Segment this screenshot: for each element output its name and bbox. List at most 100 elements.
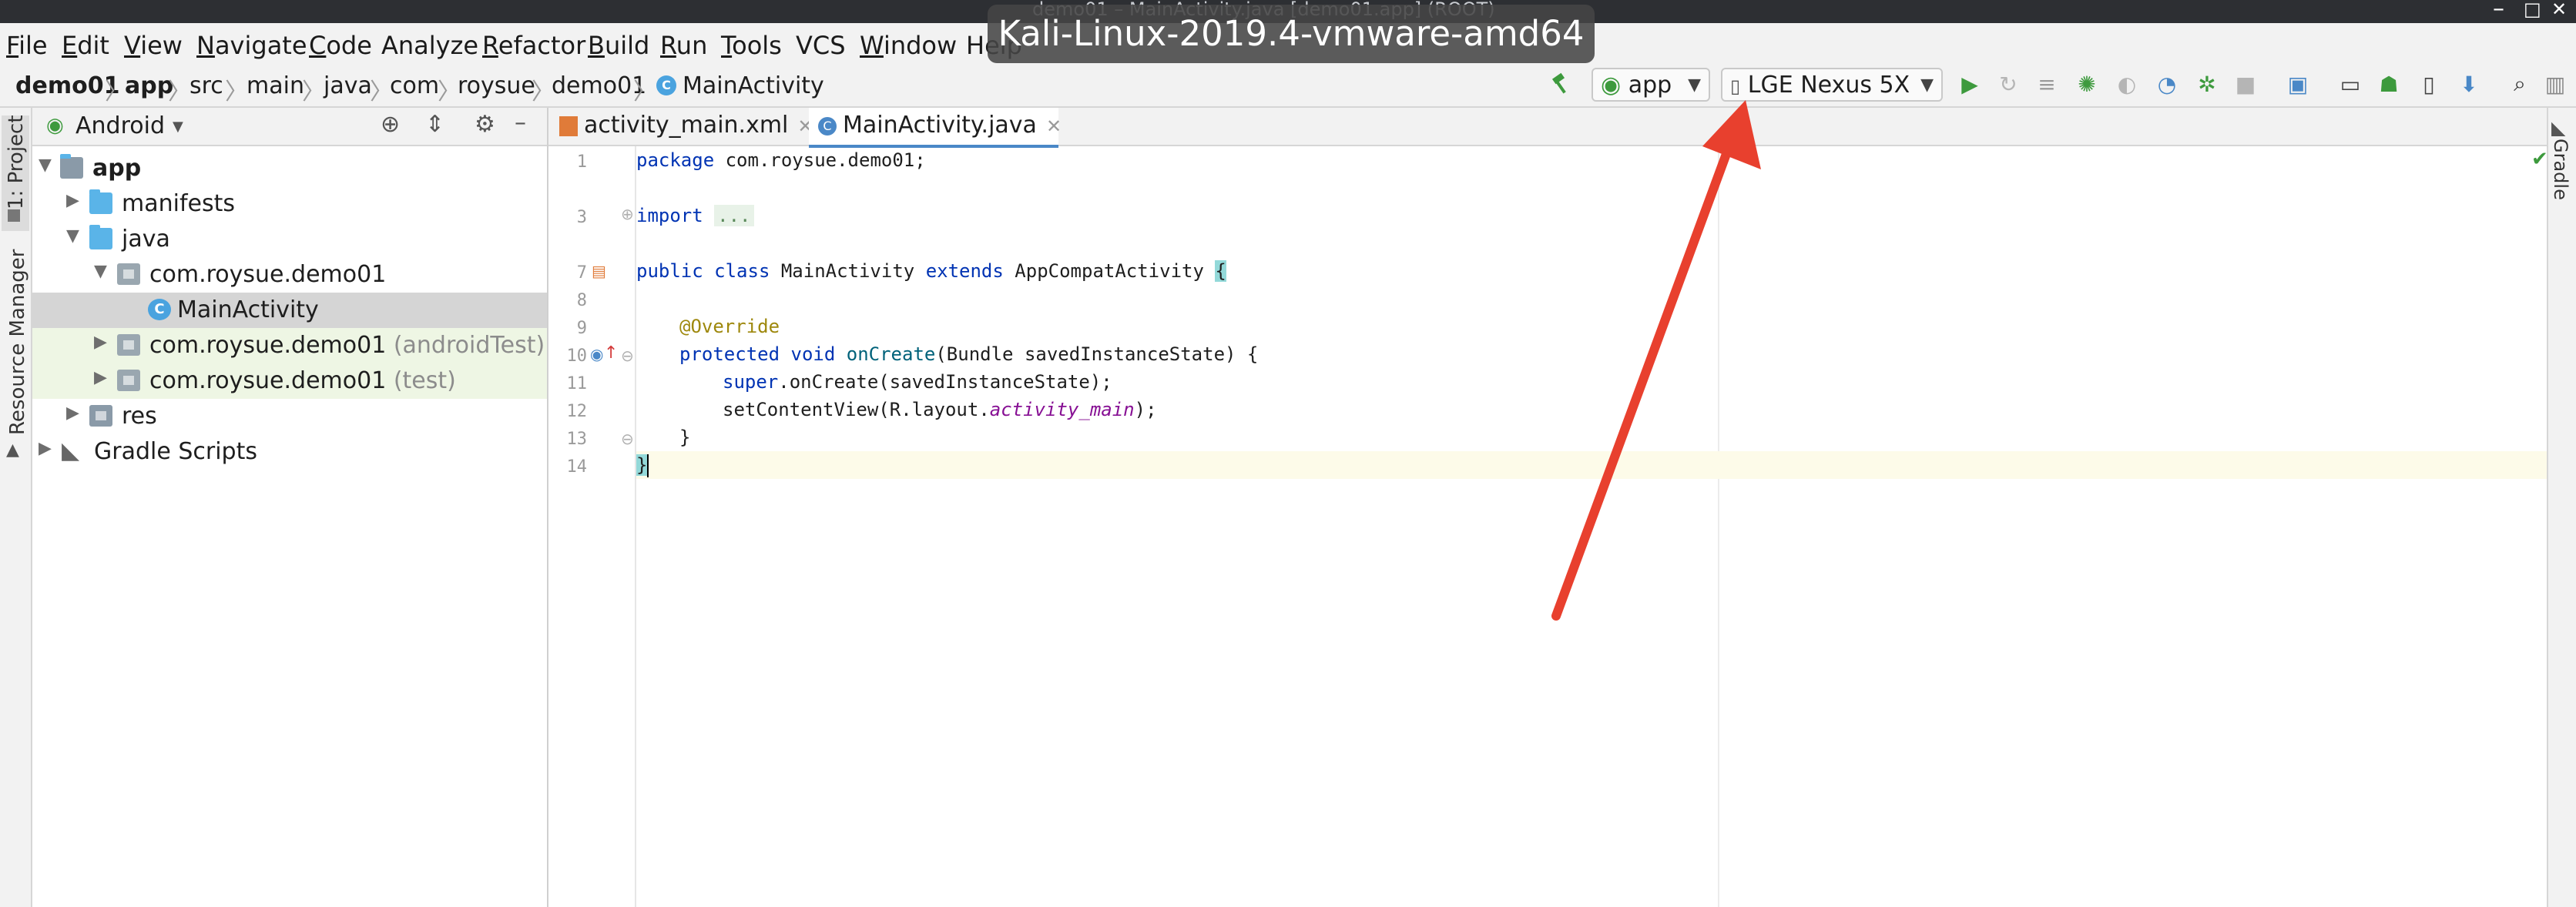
package-icon	[117, 263, 140, 285]
menu-file[interactable]: File	[6, 31, 48, 60]
terminal-icon[interactable]: ▭	[2337, 71, 2363, 97]
menu-vcs[interactable]: VCS	[796, 31, 846, 60]
collapsed-arrow-icon[interactable]: ▶	[66, 191, 79, 210]
arrow-shaft	[1551, 126, 1739, 621]
rerun-icon[interactable]: ↻	[1995, 71, 2021, 97]
menu-edit[interactable]: Edit	[62, 31, 109, 60]
tree-item-label: java	[122, 226, 170, 253]
collapse-all-icon[interactable]: ⇕	[425, 111, 444, 138]
collapsed-arrow-icon[interactable]: ▶	[39, 439, 52, 458]
line-number: 3	[576, 208, 587, 227]
menu-refactor[interactable]: Refactor	[482, 31, 585, 60]
menu-build[interactable]: Build	[588, 31, 649, 60]
line-number: 14	[566, 457, 588, 477]
expanded-arrow-icon[interactable]: ▼	[39, 156, 52, 175]
left-tool-stripe: 1: Project Resource Manager ▲	[0, 108, 32, 907]
tree-item-app[interactable]: ▼ app	[32, 151, 547, 186]
menu-window[interactable]: Window	[860, 31, 957, 60]
breadcrumb-main[interactable]: main	[247, 72, 304, 99]
tree-item-gradle-scripts[interactable]: ▶ ◣ Gradle Scripts	[32, 434, 547, 470]
package-icon	[117, 370, 140, 391]
tree-item-label: manifests	[122, 190, 235, 217]
breadcrumb-src[interactable]: src	[190, 72, 223, 99]
gear-icon[interactable]: ⚙	[475, 111, 495, 138]
expanded-arrow-icon[interactable]: ▼	[94, 262, 107, 281]
project-panel: ◉ Android ▼ ⊕ ⇕ ⚙ – ▼ app ▶ manifests ▼ …	[32, 108, 548, 907]
device-file-icon[interactable]: ▯	[2416, 71, 2442, 97]
breadcrumb-com[interactable]: com	[390, 72, 439, 99]
breadcrumb-demo01[interactable]: demo01	[552, 72, 646, 99]
tree-item-mainactivity[interactable]: C MainActivity	[32, 293, 547, 328]
tree-item-manifests[interactable]: ▶ manifests	[32, 186, 547, 222]
coverage-icon[interactable]: ◐	[2114, 71, 2140, 97]
tab-mainactivity-java[interactable]: C MainActivity.java ✕	[809, 108, 1062, 148]
up-arrow-icon[interactable]: ↑	[604, 343, 618, 363]
menu-analyze[interactable]: Analyze	[381, 31, 478, 60]
attach-debugger-icon[interactable]: ✲	[2194, 71, 2220, 97]
collapsed-arrow-icon[interactable]: ▶	[94, 333, 107, 352]
resource-manager-tab[interactable]: Resource Manager	[6, 249, 29, 435]
view-mode-select[interactable]: Android	[75, 112, 165, 139]
menu-code[interactable]: Code	[309, 31, 372, 60]
override-marker-icon[interactable]: ◉	[590, 345, 603, 363]
hide-panel-icon[interactable]: –	[515, 109, 526, 136]
line-number: 8	[576, 291, 587, 310]
expanded-arrow-icon[interactable]: ▼	[66, 226, 79, 246]
breadcrumb-file[interactable]: MainActivity	[683, 72, 824, 99]
breadcrumb-roysue[interactable]: roysue	[458, 72, 535, 99]
debug-icon[interactable]: ✺	[2074, 71, 2100, 97]
avd-manager-icon[interactable]: ☗	[2376, 71, 2402, 97]
tree-item-androidtest[interactable]: ▶ com.roysue.demo01 (androidTest)	[32, 328, 547, 363]
resource-folder-icon	[89, 405, 112, 427]
chevron-down-icon[interactable]: ▼	[173, 119, 183, 135]
breadcrumb-java[interactable]: java	[324, 72, 372, 99]
line-number: 9	[576, 319, 587, 338]
vm-name-overlay: Kali-Linux-2019.4-vmware-amd64	[988, 5, 1595, 63]
gradle-tool-tab[interactable]: Gradle	[2550, 139, 2571, 200]
tree-item-java[interactable]: ▼ java	[32, 222, 547, 257]
more-icon[interactable]: ▥	[2542, 71, 2568, 97]
search-icon[interactable]: ⌕	[2507, 71, 2533, 97]
menu-navigate[interactable]: Navigate	[196, 31, 307, 60]
menu-run[interactable]: Run	[660, 31, 707, 60]
run-icon[interactable]: ▶	[1957, 71, 1983, 97]
line-number: 1	[576, 152, 587, 172]
folder-icon	[89, 189, 112, 214]
class-icon: C	[148, 299, 171, 320]
minimize-button[interactable]: –	[2493, 0, 2504, 22]
stop-icon[interactable]: ■	[2232, 71, 2259, 97]
close-tab-icon[interactable]: ✕	[1046, 115, 1062, 137]
tree-item-res[interactable]: ▶ res	[32, 399, 547, 434]
arrow-head	[1702, 100, 1761, 169]
project-tool-tab[interactable]: 1: Project	[5, 115, 28, 209]
line-number: 12	[566, 402, 588, 421]
close-window-button[interactable]: ✕	[2551, 0, 2567, 20]
tree-item-label: Gradle Scripts	[94, 438, 257, 465]
tree-item-label: app	[92, 155, 142, 182]
layout-marker-icon[interactable]: ▤	[592, 262, 606, 280]
line-number: 10	[566, 346, 588, 366]
chevron-down-icon: ▼	[1920, 75, 1934, 95]
menu-view[interactable]: View	[124, 31, 183, 60]
maximize-button[interactable]: □	[2524, 0, 2541, 20]
tree-item-package[interactable]: ▼ com.roysue.demo01	[32, 257, 547, 293]
locate-icon[interactable]: ⊕	[381, 111, 400, 138]
android-icon: ◉	[46, 114, 64, 137]
menu-tools[interactable]: Tools	[721, 31, 782, 60]
apply-changes-icon[interactable]: ≡	[2034, 71, 2060, 97]
line-number: 11	[566, 374, 588, 393]
sync-project-icon[interactable]: ▣	[2285, 71, 2311, 97]
tab-activity-main-xml[interactable]: activity_main.xml ✕	[559, 108, 813, 145]
fold-icon[interactable]: ⊖	[621, 430, 634, 448]
fold-icon[interactable]: ⊖	[621, 346, 634, 365]
fold-icon[interactable]: ⊕	[621, 205, 634, 223]
breadcrumb-module[interactable]: app	[125, 72, 173, 99]
profile-icon[interactable]: ◔	[2154, 71, 2180, 97]
tree-item-test[interactable]: ▶ com.roysue.demo01 (test)	[32, 363, 547, 399]
right-tool-stripe: ◣ Gradle	[2547, 108, 2576, 907]
collapsed-arrow-icon[interactable]: ▶	[94, 368, 107, 387]
collapsed-arrow-icon[interactable]: ▶	[66, 403, 79, 423]
tree-item-label: MainActivity	[177, 296, 319, 323]
folder-icon	[89, 225, 112, 249]
sdk-manager-icon[interactable]: ⬇	[2456, 71, 2482, 97]
